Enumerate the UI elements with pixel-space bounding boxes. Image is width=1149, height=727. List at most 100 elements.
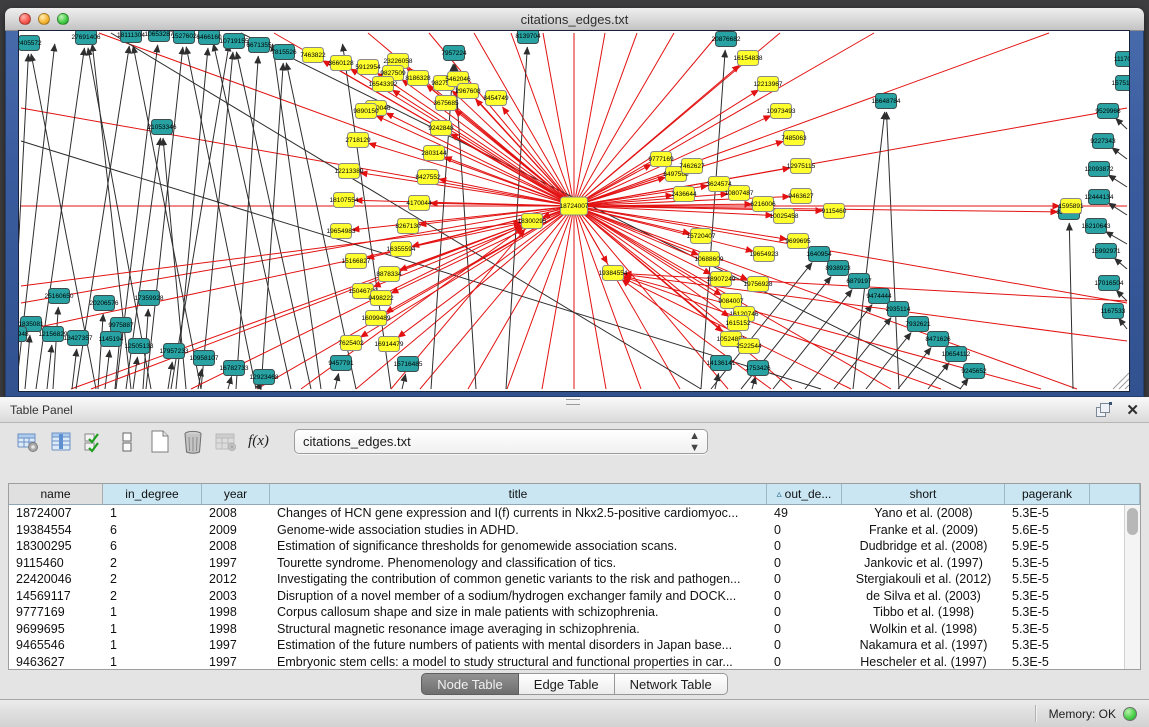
table-row[interactable]: 1872400712008Changes of HCN gene express… — [9, 505, 1125, 522]
table-row[interactable]: 2242004622012Investigating the contribut… — [9, 571, 1125, 588]
column-header-year[interactable]: year — [202, 484, 270, 505]
table-cell[interactable]: 0 — [767, 605, 842, 619]
table-cell[interactable]: 6 — [103, 523, 202, 537]
table-select-dropdown[interactable]: citations_edges.txt ▲▼ — [294, 429, 708, 454]
table-cell[interactable]: 9777169 — [9, 605, 103, 619]
table-cell[interactable]: 22420046 — [9, 572, 103, 586]
table-cell[interactable]: 2012 — [202, 572, 270, 586]
window-titlebar[interactable]: citations_edges.txt — [5, 8, 1144, 31]
row-selection-icon[interactable] — [80, 428, 107, 455]
table-cell[interactable]: 5.3E-5 — [1005, 589, 1090, 603]
splitter-handle[interactable] — [566, 399, 580, 405]
delete-table-icon[interactable] — [179, 428, 206, 455]
table-cell[interactable]: 0 — [767, 539, 842, 553]
table-cell[interactable]: 1 — [103, 506, 202, 520]
table-row[interactable]: 911546021997Tourette syndrome. Phenomeno… — [9, 555, 1125, 572]
table-row[interactable]: 1830029562008Estimation of significance … — [9, 538, 1125, 555]
table-row[interactable]: 1938455462009Genome-wide association stu… — [9, 522, 1125, 539]
column-header-title[interactable]: title — [270, 484, 767, 505]
table-row[interactable]: 977716911998Corpus callosum shape and si… — [9, 604, 1125, 621]
network-canvas[interactable]: 2405572276914061811130410653287152760264… — [18, 30, 1130, 392]
column-header-short[interactable]: short — [842, 484, 1005, 505]
table-row[interactable]: 946554611997Estimation of the future num… — [9, 637, 1125, 654]
table-cell[interactable]: Changes of HCN gene expression and I(f) … — [270, 506, 767, 520]
citation-network-graph[interactable]: 2405572276914061811130410653287152760264… — [19, 31, 1129, 391]
table-cell[interactable]: 5.3E-5 — [1005, 638, 1090, 652]
table-row[interactable]: 1456911722003Disruption of a novel membe… — [9, 588, 1125, 605]
show-columns-icon[interactable] — [47, 428, 74, 455]
tab-node-table[interactable]: Node Table — [421, 673, 519, 695]
table-cell[interactable]: 0 — [767, 622, 842, 636]
table-cell[interactable]: Tibbo et al. (1998) — [842, 605, 1005, 619]
table-cell[interactable]: 1 — [103, 622, 202, 636]
table-row[interactable]: 969969511998Structural magnetic resonanc… — [9, 621, 1125, 638]
column-header-name[interactable]: name — [9, 484, 103, 505]
column-header-pagerank[interactable]: pagerank — [1005, 484, 1090, 505]
table-cell[interactable]: 5.3E-5 — [1005, 655, 1090, 669]
minimize-window-icon[interactable] — [38, 13, 50, 25]
table-cell[interactable]: 0 — [767, 572, 842, 586]
table-cell[interactable]: 0 — [767, 638, 842, 652]
form-view-icon[interactable] — [113, 428, 140, 455]
function-builder-icon[interactable]: f(x) — [245, 428, 272, 455]
table-cell[interactable]: 9465546 — [9, 638, 103, 652]
table-cell[interactable]: Estimation of significance thresholds fo… — [270, 539, 767, 553]
table-cell[interactable]: 1997 — [202, 638, 270, 652]
zoom-window-icon[interactable] — [57, 13, 69, 25]
table-cell[interactable]: 5.6E-5 — [1005, 523, 1090, 537]
tab-network-table[interactable]: Network Table — [615, 673, 728, 695]
table-cell[interactable]: 5.9E-5 — [1005, 539, 1090, 553]
table-cell[interactable]: Yano et al. (2008) — [842, 506, 1005, 520]
table-cell[interactable]: Dudbridge et al. (2008) — [842, 539, 1005, 553]
table-cell[interactable]: Nakamura et al. (1997) — [842, 638, 1005, 652]
table-cell[interactable]: Embryonic stem cells: a model to study s… — [270, 655, 767, 669]
table-cell[interactable]: 0 — [767, 556, 842, 570]
column-header-in-degree[interactable]: in_degree — [103, 484, 202, 505]
scrollbar-thumb[interactable] — [1127, 508, 1138, 535]
column-header-out-de-[interactable]: ▵out_de... — [767, 484, 842, 505]
tab-edge-table[interactable]: Edge Table — [519, 673, 615, 695]
table-cell[interactable]: Estimation of the future numbers of pati… — [270, 638, 767, 652]
table-settings-icon[interactable] — [14, 428, 41, 455]
table-cell[interactable]: Structural magnetic resonance image aver… — [270, 622, 767, 636]
table-cell[interactable]: 9699695 — [9, 622, 103, 636]
table-cell[interactable]: 9463627 — [9, 655, 103, 669]
table-cell[interactable]: 19384554 — [9, 523, 103, 537]
table-cell[interactable]: 5.5E-5 — [1005, 572, 1090, 586]
table-cell[interactable]: 9115460 — [9, 556, 103, 570]
vertical-scrollbar[interactable] — [1124, 505, 1140, 669]
table-cell[interactable]: 5.3E-5 — [1005, 556, 1090, 570]
table-cell[interactable]: 18724007 — [9, 506, 103, 520]
table-cell[interactable]: 2 — [103, 589, 202, 603]
table-row[interactable]: 946362711997Embryonic stem cells: a mode… — [9, 654, 1125, 671]
table-cell[interactable]: 1 — [103, 605, 202, 619]
table-cell[interactable]: 2008 — [202, 506, 270, 520]
table-cell[interactable]: 1 — [103, 638, 202, 652]
table-cell[interactable]: 5.3E-5 — [1005, 622, 1090, 636]
table-cell[interactable]: 0 — [767, 523, 842, 537]
table-cell[interactable]: Stergiakouli et al. (2012) — [842, 572, 1005, 586]
close-window-icon[interactable] — [19, 13, 31, 25]
table-cell[interactable]: Jankovic et al. (1997) — [842, 556, 1005, 570]
table-cell[interactable]: 2 — [103, 556, 202, 570]
table-cell[interactable]: 5.3E-5 — [1005, 506, 1090, 520]
close-panel-icon[interactable]: ✕ — [1126, 403, 1139, 418]
table-cell[interactable]: 18300295 — [9, 539, 103, 553]
table-cell[interactable]: Wolkin et al. (1998) — [842, 622, 1005, 636]
table-cell[interactable]: 0 — [767, 589, 842, 603]
table-cell[interactable]: Hescheler et al. (1997) — [842, 655, 1005, 669]
table-cell[interactable]: Disruption of a novel member of a sodium… — [270, 589, 767, 603]
table-cell[interactable]: 1 — [103, 655, 202, 669]
table-cell[interactable]: 2 — [103, 572, 202, 586]
table-cell[interactable]: 1998 — [202, 622, 270, 636]
table-cell[interactable]: 1997 — [202, 655, 270, 669]
table-cell[interactable]: 49 — [767, 506, 842, 520]
new-table-icon[interactable] — [146, 428, 173, 455]
table-cell[interactable]: 2009 — [202, 523, 270, 537]
table-cell[interactable]: 1998 — [202, 605, 270, 619]
table-cell[interactable]: 6 — [103, 539, 202, 553]
table-cell[interactable]: 2003 — [202, 589, 270, 603]
table-cell[interactable]: 2008 — [202, 539, 270, 553]
table-cell[interactable]: Investigating the contribution of common… — [270, 572, 767, 586]
table-cell[interactable]: Franke et al. (2009) — [842, 523, 1005, 537]
